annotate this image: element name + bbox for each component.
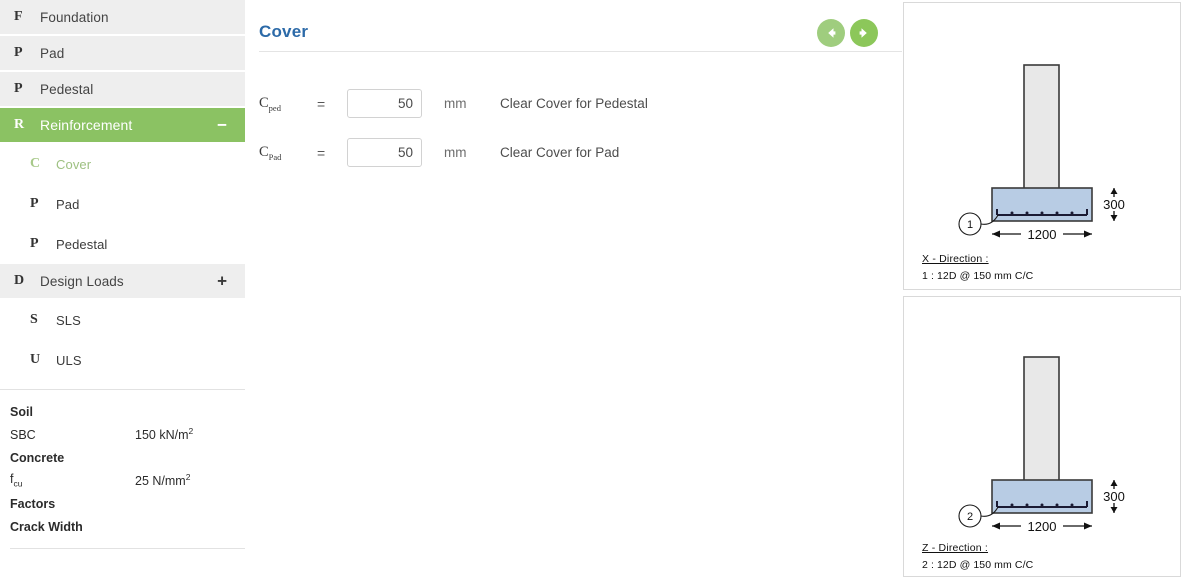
property-key: Soil: [10, 404, 33, 419]
page-title: Cover: [259, 22, 309, 41]
properties-divider: [10, 548, 245, 549]
sidebar-item-sls[interactable]: S SLS: [0, 300, 245, 340]
property-row: SBC 150 kN/m2: [10, 423, 245, 446]
equals-sign: =: [317, 144, 326, 161]
legend-line: 2 : 12D @ 150 mm C/C: [922, 559, 1034, 571]
app-root: F Foundation P Pad P Pedestal R Reinforc…: [0, 0, 1188, 577]
equals-sign: =: [317, 95, 326, 112]
sidebar-item-label: Pad: [40, 45, 65, 61]
uls-icon: U: [30, 352, 41, 367]
legend-z: Z - Direction : 2 : 12D @ 150 mm C/C: [922, 542, 1033, 571]
property-key: Factors: [10, 496, 56, 511]
reinforcement-icon: R: [14, 117, 25, 132]
main-panel: Cover Cped = mm Clea: [245, 0, 903, 577]
sidebar-item-label: Foundation: [40, 9, 109, 25]
pad-icon: P: [30, 196, 39, 211]
sidebar-item-pedestal[interactable]: P Pedestal: [0, 72, 245, 108]
pedestal-icon: P: [30, 236, 39, 251]
collapse-minus-icon[interactable]: −: [217, 117, 227, 134]
callout-mark-2: 2: [967, 511, 973, 523]
arrow-right-icon: [859, 28, 867, 38]
property-row: Soil: [10, 400, 245, 423]
cover-icon: C: [30, 156, 41, 171]
sidebar-item-label: Pad: [56, 196, 80, 212]
unit-label: mm: [444, 145, 467, 160]
sidebar-item-pad[interactable]: P Pad: [0, 36, 245, 72]
property-row: Concrete: [10, 446, 245, 469]
sidebar-nav-list: F Foundation P Pad P Pedestal R Reinforc…: [0, 0, 245, 380]
width-dimension-label: 1200: [1028, 227, 1057, 242]
depth-dimension-label: 300: [1103, 489, 1125, 504]
sidebar: F Foundation P Pad P Pedestal R Reinforc…: [0, 0, 245, 577]
pedestal-shape: [1023, 64, 1060, 191]
sls-icon: S: [30, 312, 38, 327]
property-row: Factors: [10, 492, 245, 515]
next-button[interactable]: [850, 19, 878, 47]
form-row-cover-pedestal: Cped = mm Clear Cover for Pedestal: [259, 79, 903, 128]
cover-pedestal-input[interactable]: [347, 89, 422, 118]
sidebar-item-reinforcement-pedestal[interactable]: P Pedestal: [0, 224, 245, 264]
panel-header: Cover: [259, 19, 902, 52]
width-dimension-label: 1200: [1028, 519, 1057, 534]
properties-summary: Soil SBC 150 kN/m2 Concrete fcu 25 N/mm2…: [0, 389, 245, 549]
foundation-section-x-svg: 1 1200 300: [958, 64, 1128, 242]
sidebar-item-label: Reinforcement: [40, 117, 133, 133]
property-key: SBC: [10, 427, 36, 442]
expand-plus-icon[interactable]: +: [217, 273, 227, 290]
design-loads-icon: D: [14, 273, 25, 288]
unit-label: mm: [444, 96, 467, 111]
sidebar-item-foundation[interactable]: F Foundation: [0, 0, 245, 36]
callout-mark-1: 1: [967, 219, 973, 231]
cover-form: Cped = mm Clear Cover for Pedestal CPad …: [259, 52, 903, 177]
sidebar-item-reinforcement-pad[interactable]: P Pad: [0, 184, 245, 224]
depth-dimension-label: 300: [1103, 197, 1125, 212]
sidebar-item-reinforcement[interactable]: R Reinforcement −: [0, 108, 245, 144]
sidebar-item-label: Pedestal: [56, 236, 108, 252]
symbol-label: Cped: [259, 94, 281, 113]
property-key: fcu: [10, 472, 23, 489]
legend-x: X - Direction : 1 : 12D @ 150 mm C/C: [922, 253, 1033, 282]
sidebar-item-label: ULS: [56, 352, 82, 368]
sidebar-item-label: Cover: [56, 156, 92, 172]
pedestal-shape: [1023, 356, 1060, 483]
property-row: Crack Width: [10, 515, 245, 538]
property-value: 150 kN/m2: [135, 426, 194, 443]
arrow-left-icon: [828, 28, 836, 38]
sidebar-item-design-loads[interactable]: D Design Loads +: [0, 264, 245, 300]
symbol-label: CPad: [259, 143, 282, 162]
field-description: Clear Cover for Pad: [500, 145, 620, 160]
pedestal-icon: P: [14, 81, 23, 96]
wizard-navigation: [817, 19, 878, 47]
legend-line: 1 : 12D @ 150 mm C/C: [922, 270, 1034, 282]
diagram-z-direction: 2 1200 300 Z - Direction : 2 : 12D @ 150…: [903, 296, 1181, 577]
property-row: fcu 25 N/mm2: [10, 469, 245, 492]
diagram-panel: 1 1200 300 X - Direction : 1 : 12D @ 150…: [903, 0, 1188, 577]
sidebar-item-label: Design Loads: [40, 273, 124, 289]
pad-shape: [991, 187, 1093, 222]
sidebar-item-uls[interactable]: U ULS: [0, 340, 245, 380]
property-value: 25 N/mm2: [135, 472, 191, 489]
pad-shape: [991, 479, 1093, 514]
sidebar-item-label: SLS: [56, 312, 81, 328]
pad-icon: P: [14, 45, 23, 60]
diagram-x-direction: 1 1200 300 X - Direction : 1 : 12D @ 150…: [903, 2, 1181, 290]
property-key: Crack Width: [10, 519, 83, 534]
field-description: Clear Cover for Pedestal: [500, 96, 648, 111]
property-key: Concrete: [10, 450, 65, 465]
previous-button[interactable]: [817, 19, 845, 47]
legend-title: Z - Direction :: [922, 542, 989, 554]
sidebar-item-cover[interactable]: C Cover: [0, 144, 245, 184]
foundation-section-z-svg: 2 1200 300: [958, 356, 1128, 534]
foundation-icon: F: [14, 9, 23, 24]
sidebar-item-label: Pedestal: [40, 81, 94, 97]
cover-pad-input[interactable]: [347, 138, 422, 167]
legend-title: X - Direction :: [922, 253, 989, 265]
form-row-cover-pad: CPad = mm Clear Cover for Pad: [259, 128, 903, 177]
